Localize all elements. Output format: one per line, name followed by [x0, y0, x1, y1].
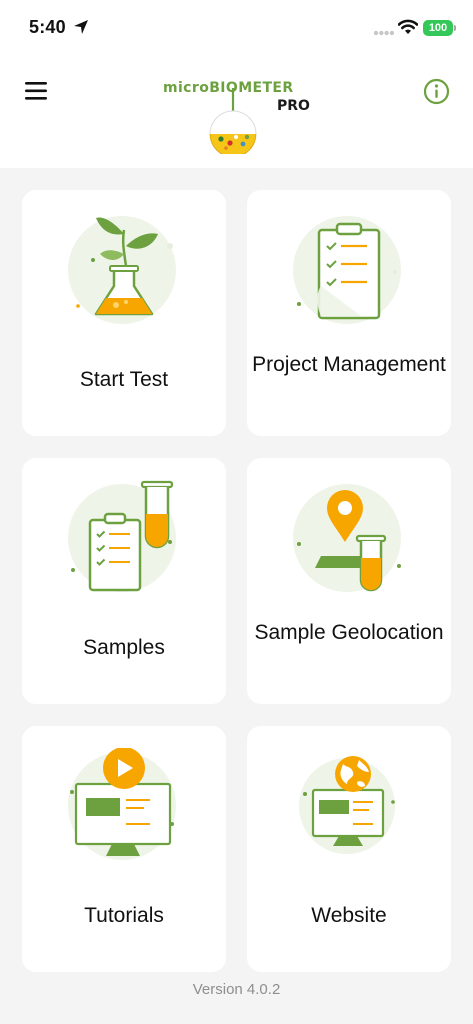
battery-cap	[454, 25, 456, 31]
app-logo: microBIOMETER PRO	[160, 76, 320, 158]
version-label: Version 4.0.2	[192, 981, 281, 998]
tile-samples[interactable]: Samples	[22, 458, 226, 704]
app-header: microBIOMETER PRO	[0, 56, 473, 168]
clipboard-checklist-icon	[293, 216, 401, 324]
status-time: 5:40	[29, 17, 66, 37]
hamburger-menu-icon[interactable]	[24, 80, 50, 102]
tile-website[interactable]: Website	[247, 726, 451, 972]
monitor-globe-icon	[299, 756, 395, 854]
map-pin-test-tube-icon	[293, 484, 401, 592]
tile-start-test[interactable]: Start Test	[22, 190, 226, 436]
battery-icon: 100	[423, 20, 453, 36]
tile-label: Sample Geolocation	[254, 621, 444, 644]
tile-sample-geolocation[interactable]: Sample Geolocation	[247, 458, 451, 704]
info-icon[interactable]	[423, 78, 450, 105]
tile-project-management[interactable]: Project Management	[247, 190, 451, 436]
signal-dots-icon	[373, 30, 395, 36]
petri-dish-icon	[209, 88, 257, 154]
monitor-play-icon	[68, 748, 176, 860]
battery-level: 100	[428, 22, 448, 34]
location-arrow-icon	[74, 20, 88, 34]
status-bar: 5:40 100	[0, 0, 473, 56]
tile-tutorials[interactable]: Tutorials	[22, 726, 226, 972]
tile-label: Start Test	[79, 368, 169, 391]
flask-plant-icon	[68, 216, 176, 324]
tile-label: Samples	[83, 636, 165, 659]
wifi-icon	[398, 19, 418, 34]
tile-label: Website	[311, 904, 387, 927]
clipboard-test-tube-icon	[68, 480, 176, 592]
tile-label: Project Management	[252, 353, 446, 376]
logo-pro-label: PRO	[277, 98, 310, 114]
tile-label: Tutorials	[84, 904, 164, 927]
